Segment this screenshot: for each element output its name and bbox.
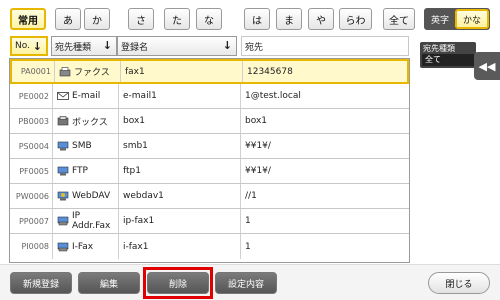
row-name: smb1 bbox=[118, 134, 240, 158]
tab-kana-a[interactable]: あ bbox=[55, 8, 81, 30]
header-name-label: 登録名 bbox=[121, 42, 149, 53]
sort-arrow-icon: ↓ bbox=[32, 40, 42, 53]
close-button[interactable]: 閉じる bbox=[428, 272, 490, 294]
table-row[interactable]: PW0006 WebDAV webdav1 //1 bbox=[10, 184, 409, 209]
toggle-kana[interactable]: かな bbox=[455, 9, 489, 29]
row-no: PP0007 bbox=[18, 216, 49, 226]
row-type-label: FTP bbox=[72, 166, 88, 176]
sort-arrow-icon: ↓ bbox=[222, 39, 232, 52]
tab-favorites[interactable]: 常用 bbox=[10, 8, 46, 30]
filter-label: 宛先種類 bbox=[423, 44, 455, 53]
table-row[interactable]: PB0003 ボックス box1 box1 bbox=[10, 109, 409, 134]
row-type: E-mail bbox=[52, 84, 118, 108]
row-address: 1 bbox=[240, 234, 409, 259]
row-no: PW0006 bbox=[15, 191, 49, 201]
row-name: ip-fax1 bbox=[118, 209, 240, 233]
tab-kana-rawa[interactable]: らわ bbox=[339, 8, 372, 30]
fax-icon bbox=[59, 66, 71, 76]
header-no[interactable]: No. ↓ bbox=[10, 36, 48, 56]
smb-icon bbox=[57, 141, 69, 151]
sort-arrow-icon: ↓ bbox=[102, 39, 112, 52]
ifax-icon bbox=[57, 242, 69, 251]
table-row[interactable]: PA0001 ファクス fax1 12345678 bbox=[10, 59, 409, 84]
row-type: WebDAV bbox=[52, 184, 118, 208]
row-no: PA0001 bbox=[20, 67, 51, 76]
webdav-icon bbox=[57, 191, 69, 201]
header-address-label: 宛先 bbox=[245, 42, 264, 53]
toggle-alpha[interactable]: 英字 bbox=[426, 10, 454, 28]
address-table: PA0001 ファクス fax1 12345678 PE0002 E-mail … bbox=[9, 58, 410, 263]
filter-value: 全て bbox=[422, 54, 474, 66]
row-type-label: SMB bbox=[72, 141, 92, 151]
row-name: ftp1 bbox=[118, 159, 240, 183]
email-icon bbox=[57, 92, 69, 100]
table-row[interactable]: PF0005 FTP ftp1 ¥¥1¥/ bbox=[10, 159, 409, 184]
row-name: webdav1 bbox=[118, 184, 240, 208]
header-name[interactable]: 登録名 ↓ bbox=[117, 36, 237, 56]
row-type: IP Addr.Fax bbox=[52, 209, 118, 233]
row-name: e-mail1 bbox=[118, 84, 240, 108]
row-type-label: I-Fax bbox=[72, 241, 94, 252]
settings-button[interactable]: 設定内容 bbox=[215, 272, 277, 294]
tab-kana-na[interactable]: な bbox=[196, 8, 222, 30]
table-row[interactable]: PI0008 I-Fax i-fax1 1 bbox=[10, 234, 409, 259]
row-name: box1 bbox=[118, 109, 240, 133]
header-type-label: 宛先種類 bbox=[55, 42, 92, 53]
row-no: PE0002 bbox=[18, 91, 49, 101]
row-type-label: ボックス bbox=[72, 117, 108, 128]
row-address: box1 bbox=[240, 109, 409, 133]
edit-button[interactable]: 編集 bbox=[78, 272, 140, 294]
tab-kana-ka[interactable]: か bbox=[84, 8, 110, 30]
row-type: I-Fax bbox=[52, 234, 118, 259]
table-row[interactable]: PP0007 IP Addr.Fax ip-fax1 1 bbox=[10, 209, 409, 234]
row-no: PI0008 bbox=[21, 242, 49, 251]
header-address: 宛先 bbox=[241, 36, 409, 56]
tab-kana-ma[interactable]: ま bbox=[276, 8, 302, 30]
row-address: 1@test.local bbox=[240, 84, 409, 108]
box-icon bbox=[57, 116, 69, 126]
row-type-label: IP Addr.Fax bbox=[72, 211, 111, 231]
row-no: PF0005 bbox=[19, 166, 49, 176]
header-type[interactable]: 宛先種類 ↓ bbox=[51, 36, 117, 56]
tab-kana-ya[interactable]: や bbox=[308, 8, 334, 30]
double-chevron-left-icon: ◀◀ bbox=[478, 59, 496, 73]
row-no: PS0004 bbox=[18, 141, 49, 151]
row-no: PB0003 bbox=[18, 116, 49, 126]
row-type-label: ファクス bbox=[74, 68, 110, 78]
row-type: ボックス bbox=[52, 109, 118, 133]
row-type: SMB bbox=[52, 134, 118, 158]
tab-kana-ha[interactable]: は bbox=[244, 8, 270, 30]
row-address: 1 bbox=[240, 209, 409, 233]
side-panel-toggle[interactable]: ◀◀ bbox=[474, 52, 500, 80]
row-address: //1 bbox=[240, 184, 409, 208]
delete-highlight-box bbox=[143, 267, 213, 299]
tab-kana-sa[interactable]: さ bbox=[128, 8, 154, 30]
ipfax-icon bbox=[57, 216, 69, 226]
register-button[interactable]: 新規登録 bbox=[10, 272, 72, 294]
tab-all[interactable]: 全て bbox=[383, 8, 415, 30]
row-type: FTP bbox=[52, 159, 118, 183]
row-name: i-fax1 bbox=[118, 234, 240, 259]
header-no-label: No. bbox=[15, 41, 30, 51]
ftp-icon bbox=[57, 166, 69, 176]
row-address: ¥¥1¥/ bbox=[240, 134, 409, 158]
row-type-label: WebDAV bbox=[72, 191, 111, 201]
row-name: fax1 bbox=[120, 61, 242, 82]
row-type: ファクス bbox=[54, 61, 120, 82]
destination-type-filter[interactable]: 宛先種類 全て bbox=[420, 42, 476, 68]
table-row[interactable]: PE0002 E-mail e-mail1 1@test.local bbox=[10, 84, 409, 109]
row-address: ¥¥1¥/ bbox=[240, 159, 409, 183]
tab-kana-ta[interactable]: た bbox=[164, 8, 190, 30]
table-row[interactable]: PS0004 SMB smb1 ¥¥1¥/ bbox=[10, 134, 409, 159]
row-type-label: E-mail bbox=[72, 91, 101, 101]
row-address: 12345678 bbox=[242, 61, 411, 82]
